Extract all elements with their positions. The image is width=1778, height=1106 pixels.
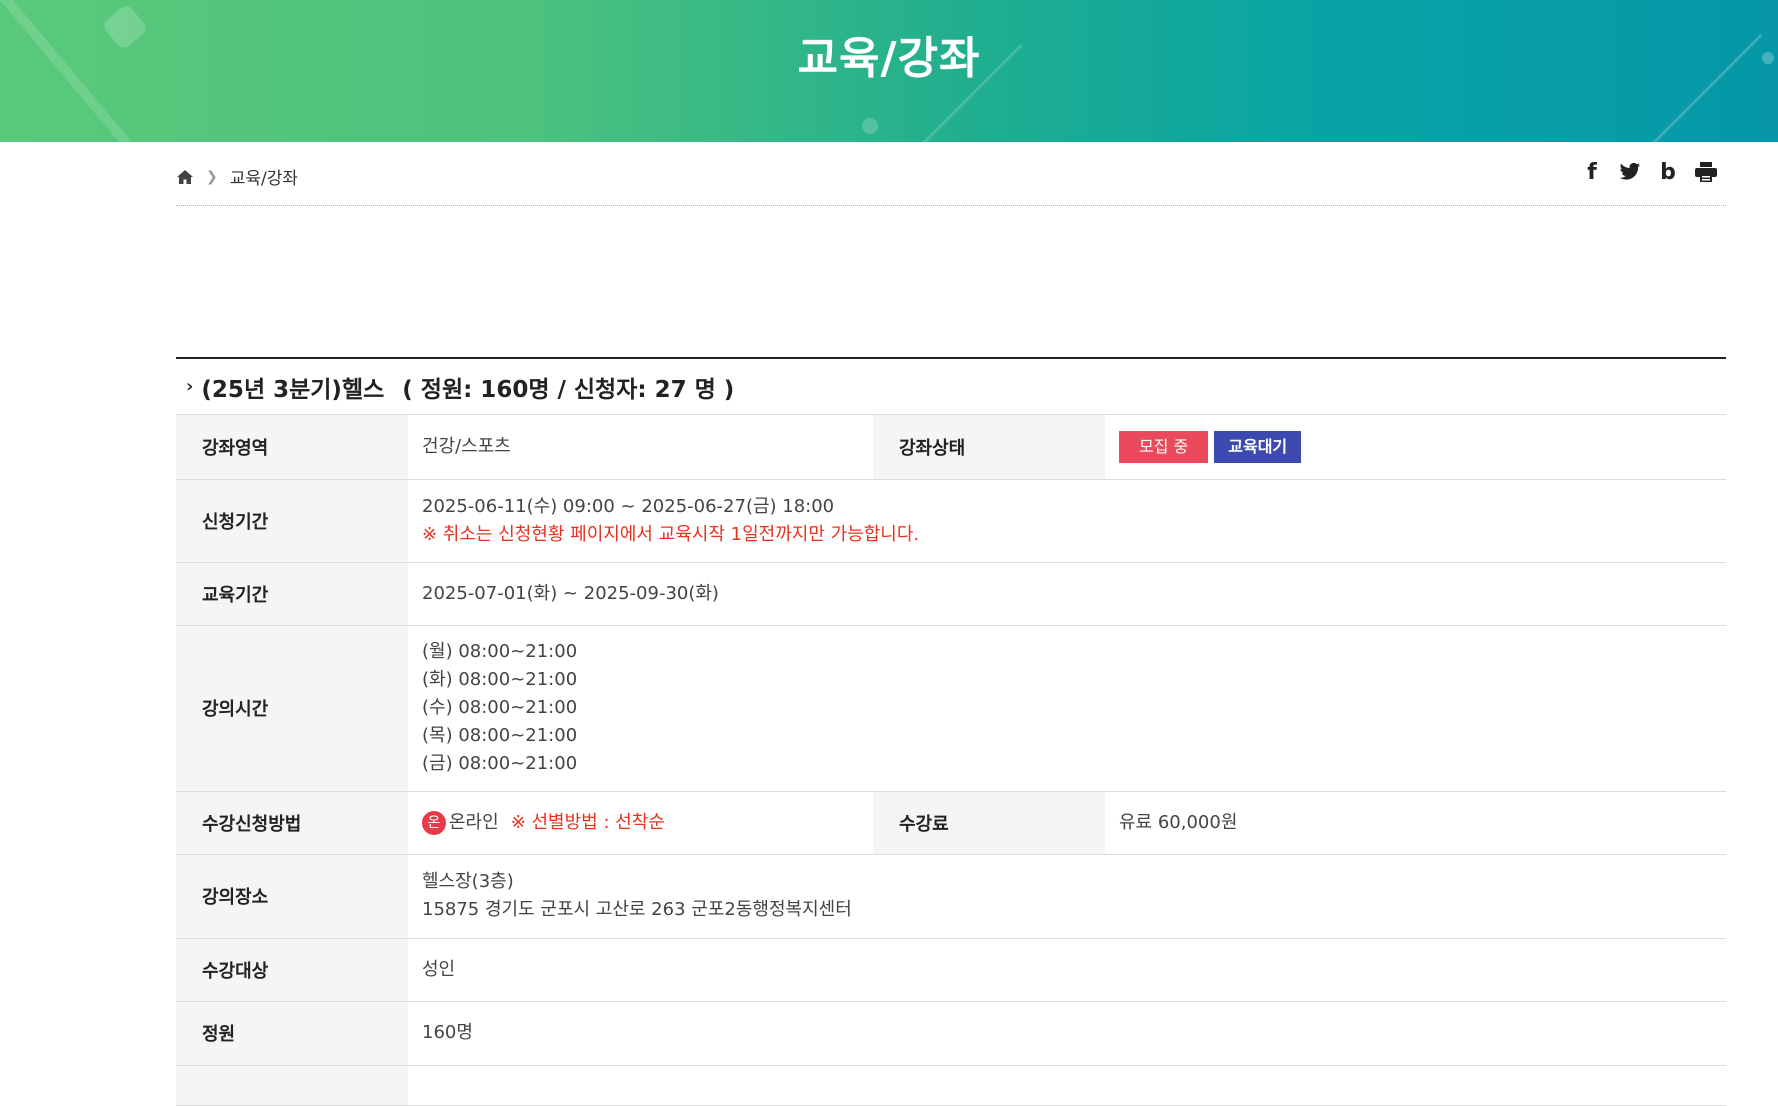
status-badge-waiting: 교육대기 [1214,430,1302,463]
blog-icon[interactable]: b [1656,160,1680,185]
place-cell: 헬스장(3층) 15875 경기도 군포시 고산로 263 군포2동행정복지센터 [408,854,1726,939]
course-name: (25년 3분기)헬스 [201,376,385,403]
twitter-icon[interactable] [1618,160,1642,184]
fee-value: 유료 60,000원 [1105,791,1726,855]
lecture-time-item: (목) 08:00~21:00 [422,725,578,746]
table-row: 신청기간 2025-06-11(수) 09:00 ~ 2025-06-27(금)… [176,479,1726,563]
table-row: 강의시간 (월) 08:00~21:00 (화) 08:00~21:00 (수)… [176,625,1726,792]
apply-period-cell: 2025-06-11(수) 09:00 ~ 2025-06-27(금) 18:0… [408,479,1726,563]
course-info-table: 강좌영역 건강/스포츠 강좌상태 모집 중 교육대기 신청기간 2025-06-1… [176,415,1726,1106]
area-value: 건강/스포츠 [408,415,873,480]
facebook-icon[interactable]: f [1580,160,1604,185]
breadcrumb: ❯ 교육/강좌 [176,164,298,189]
cancel-notice: ※ 취소는 신청현황 페이지에서 교육시작 1일전까지만 가능합니다. [422,523,920,545]
breadcrumb-bar: ❯ 교육/강좌 f b [176,142,1726,206]
selection-method: ※ 선별방법 : 선착순 [510,811,665,833]
table-row: 강의장소 헬스장(3층) 15875 경기도 군포시 고산로 263 군포2동행… [176,854,1726,939]
apply-method-value: 온라인 [449,811,499,833]
target-label: 수강대상 [176,938,408,1002]
edu-period-label: 교육기간 [176,562,408,626]
next-row-label [176,1065,408,1106]
table-row: 수강대상 성인 [176,938,1726,1002]
course-title: › (25년 3분기)헬스 ( 정원: 160명 / 신청자: 27 명 ) [176,357,1726,415]
place-room: 헬스장(3층) [422,871,514,892]
lecture-time-item: (월) 08:00~21:00 [422,641,578,662]
table-row: 교육기간 2025-07-01(화) ~ 2025-09-30(화) [176,562,1726,626]
lecture-time-item: (금) 08:00~21:00 [422,753,578,774]
area-label: 강좌영역 [176,415,408,480]
table-row: 수강신청방법 온 온라인 ※ 선별방법 : 선착순 수강료 유료 60,000원 [176,791,1726,855]
status-badge-recruiting: 모집 중 [1119,430,1209,463]
next-row-value [408,1065,1726,1106]
edu-period-value: 2025-07-01(화) ~ 2025-09-30(화) [408,562,1726,626]
print-icon[interactable] [1694,160,1718,184]
apply-method-label: 수강신청방법 [176,791,408,855]
page-banner: 교육/강좌 [0,0,1778,142]
table-row: 강좌영역 건강/스포츠 강좌상태 모집 중 교육대기 [176,415,1726,480]
place-address: 15875 경기도 군포시 고산로 263 군포2동행정복지센터 [422,899,852,920]
banner-decoration [862,118,878,134]
home-icon[interactable] [176,169,194,185]
lecture-time-cell: (월) 08:00~21:00 (화) 08:00~21:00 (수) 08:0… [408,625,1726,792]
chevron-right-icon: ❯ [206,168,218,185]
target-value: 성인 [408,938,1726,1002]
apply-period-value: 2025-06-11(수) 09:00 ~ 2025-06-27(금) 18:0… [422,495,835,517]
share-toolbar: f b [1580,160,1718,185]
lecture-time-label: 강의시간 [176,625,408,792]
lecture-time-item: (화) 08:00~21:00 [422,669,578,690]
apply-period-label: 신청기간 [176,479,408,563]
place-label: 강의장소 [176,854,408,939]
status-label: 강좌상태 [873,415,1105,480]
lecture-time-item: (수) 08:00~21:00 [422,697,578,718]
capacity-label: 정원 [176,1001,408,1066]
online-icon: 온 [422,810,446,835]
capacity-value: 160명 [408,1001,1726,1066]
table-row [176,1065,1726,1106]
apply-method-cell: 온 온라인 ※ 선별방법 : 선착순 [408,791,873,855]
chevron-right-icon: › [186,376,194,397]
course-capacity: ( 정원: 160명 / 신청자: 27 명 ) [402,376,735,403]
page-title: 교육/강좌 [797,33,981,84]
status-cell: 모집 중 교육대기 [1105,415,1726,480]
fee-label: 수강료 [873,791,1105,855]
table-row: 정원 160명 [176,1001,1726,1066]
breadcrumb-current[interactable]: 교육/강좌 [230,164,298,189]
